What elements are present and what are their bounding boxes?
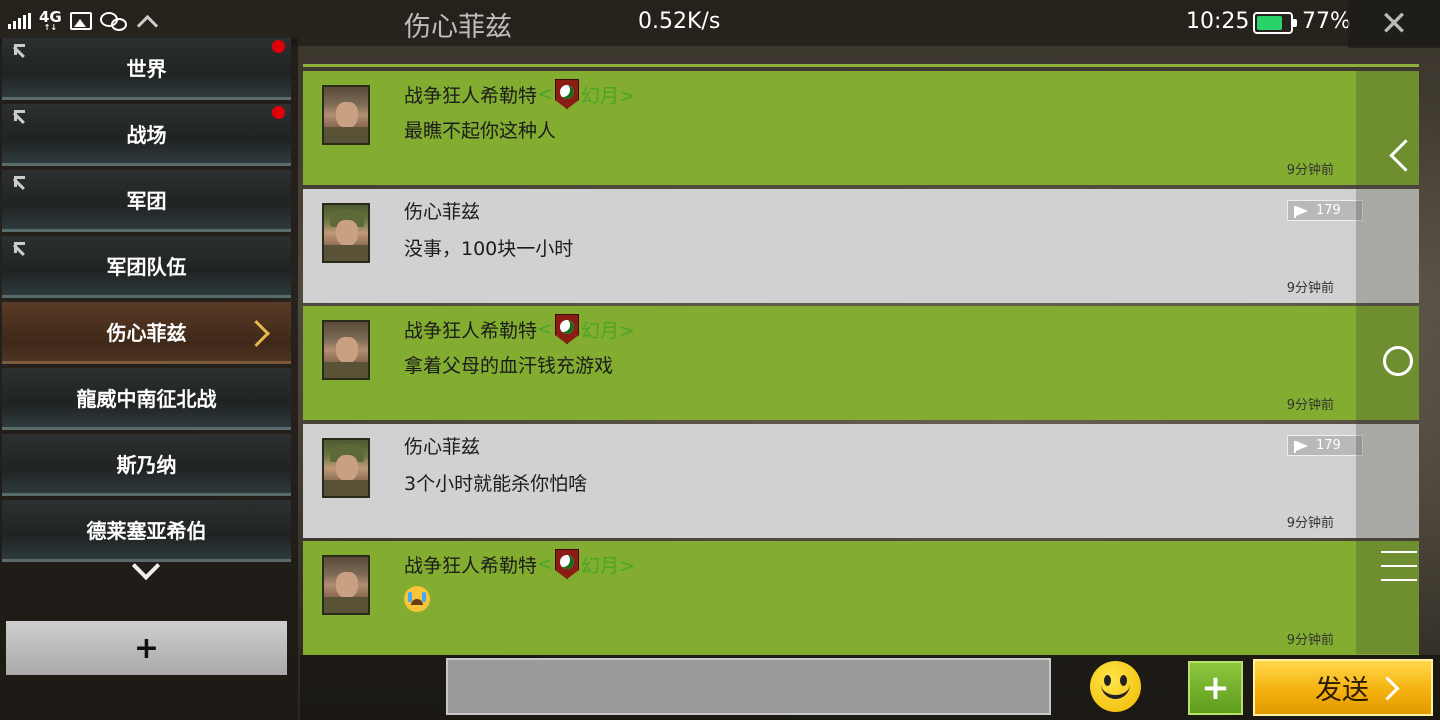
home-icon[interactable] [1383,346,1413,376]
chevron-right-icon [1385,676,1399,700]
sidebar-item-label: 德莱塞亚希伯 [86,519,207,543]
message-time: 9分钟前 [1286,281,1334,296]
sender-line: 战争狂人希勒特 < 幻月> [404,549,635,579]
guild-name: 幻月> [580,319,635,342]
vip-badge: 179 [1287,200,1363,221]
send-label: 发送 [1315,675,1369,706]
back-icon[interactable] [1384,138,1414,172]
sidebar-item-legion-team[interactable]: 军团队伍 [2,236,291,298]
guild-tag: < 幻月> [537,314,635,344]
message-text: 没事，100块一小时 [404,238,574,260]
message-time: 9分钟前 [1286,516,1334,531]
avatar[interactable] [322,85,370,145]
sender-name[interactable]: 战争狂人希勒特 [404,551,537,578]
sender-name[interactable]: 战争狂人希勒特 [404,316,537,343]
sidebar-item-label: 军团队伍 [106,255,187,279]
pin-icon [12,176,30,194]
sidebar-item-label: 战场 [126,123,167,147]
image-notification-icon [69,12,92,30]
message-text [404,586,430,617]
attach-button[interactable]: + [1188,661,1243,715]
guild-bracket: < [537,83,553,105]
sidebar-item-label: 军团 [126,189,167,213]
guild-name: 幻月> [580,84,635,107]
message-text: 最瞧不起你这种人 [404,120,557,142]
pin-icon [12,110,30,128]
sidebar-item-label: 伤心菲兹 [106,321,187,345]
message-text: 3个小时就能杀你怕啥 [404,473,588,495]
vip-level: 179 [1316,203,1341,218]
pin-icon [12,44,30,62]
message-time: 9分钟前 [1286,633,1334,648]
sidebar-item-label: 龍威中南征北战 [76,387,217,411]
guild-badge-icon [554,549,579,579]
mouth [1101,683,1130,699]
sender-name[interactable]: 伤心菲兹 [404,432,480,459]
sender-line: 伤心菲兹 [404,197,480,224]
sidebar-item-legion[interactable]: 军团 [2,170,291,232]
wechat-notification-icon [99,10,130,32]
network-speed: 0.52K/s [638,9,721,34]
message-time: 9分钟前 [1286,163,1334,178]
collapse-chevron-icon[interactable] [138,11,158,31]
guild-bracket: < [537,318,553,340]
chat-message: 战争狂人希勒特 < 幻月> 最瞧不起你这种人 9分钟前 [303,71,1419,185]
sender-name[interactable]: 伤心菲兹 [404,197,480,224]
chat-input[interactable] [446,658,1051,715]
message-time: 9分钟前 [1286,398,1334,413]
sidebar-item-label: 世界 [126,57,167,81]
crying-face-icon [404,586,430,612]
flag-icon [1294,205,1308,218]
clock: 10:25 [1186,9,1250,34]
send-button[interactable]: 发送 [1253,659,1433,716]
chat-message: 战争狂人希勒特 < 幻月> 9分钟前 [303,541,1419,655]
battery-percent: 77% [1302,9,1351,34]
status-icons: 4G ↑↓ [8,10,158,32]
unread-dot [272,40,285,53]
message-text: 拿着父母的血汗钱充游戏 [404,355,614,377]
chat-message: 战争狂人希勒特 < 幻月> 拿着父母的血汗钱充游戏 9分钟前 [303,306,1419,420]
guild-badge-icon [554,314,579,344]
sender-line: 战争狂人希勒特 < 幻月> [404,79,635,109]
sender-line: 伤心菲兹 [404,432,480,459]
sender-name[interactable]: 战争狂人希勒特 [404,81,537,108]
chat-message: 伤心菲兹 179 没事，100块一小时 9分钟前 [303,189,1419,303]
avatar[interactable] [322,555,370,615]
network-type: 4G ↑↓ [39,8,62,32]
emoji-button[interactable] [1090,661,1141,712]
close-button[interactable]: ✕ [1348,0,1440,48]
scroll-down-chevron-icon[interactable] [128,556,164,586]
sidebar-item-world[interactable]: 世界 [2,38,291,100]
flag-icon [1294,440,1308,453]
chat-message: 伤心菲兹 179 3个小时就能杀你怕啥 9分钟前 [303,424,1419,538]
menu-icon[interactable] [1381,551,1417,581]
guild-badge-icon [554,79,579,109]
unread-dot [272,106,285,119]
guild-bracket: < [537,553,553,575]
guild-name: 幻月> [580,554,635,577]
chevron-right-icon [255,318,269,348]
guild-tag: < 幻月> [537,549,635,579]
avatar[interactable] [322,203,370,263]
sidebar-item-chat[interactable]: 斯乃纳 [2,434,291,496]
sender-line: 战争狂人希勒特 < 幻月> [404,314,635,344]
guild-tag: < 幻月> [537,79,635,109]
battery-icon [1253,12,1297,34]
vip-badge: 179 [1287,435,1363,456]
add-channel-button[interactable]: + [6,621,287,675]
sidebar-item-label: 斯乃纳 [116,453,177,477]
vip-level: 179 [1316,438,1341,453]
avatar[interactable] [322,320,370,380]
signal-icon [8,13,31,29]
pin-icon [12,242,30,260]
avatar[interactable] [322,438,370,498]
sidebar-item-battlefield[interactable]: 战场 [2,104,291,166]
chat-title: 伤心菲兹 [404,12,512,43]
sidebar-item-chat[interactable]: 龍威中南征北战 [2,368,291,430]
sidebar-item-active-chat[interactable]: 伤心菲兹 [2,302,291,364]
divider [303,64,1419,67]
